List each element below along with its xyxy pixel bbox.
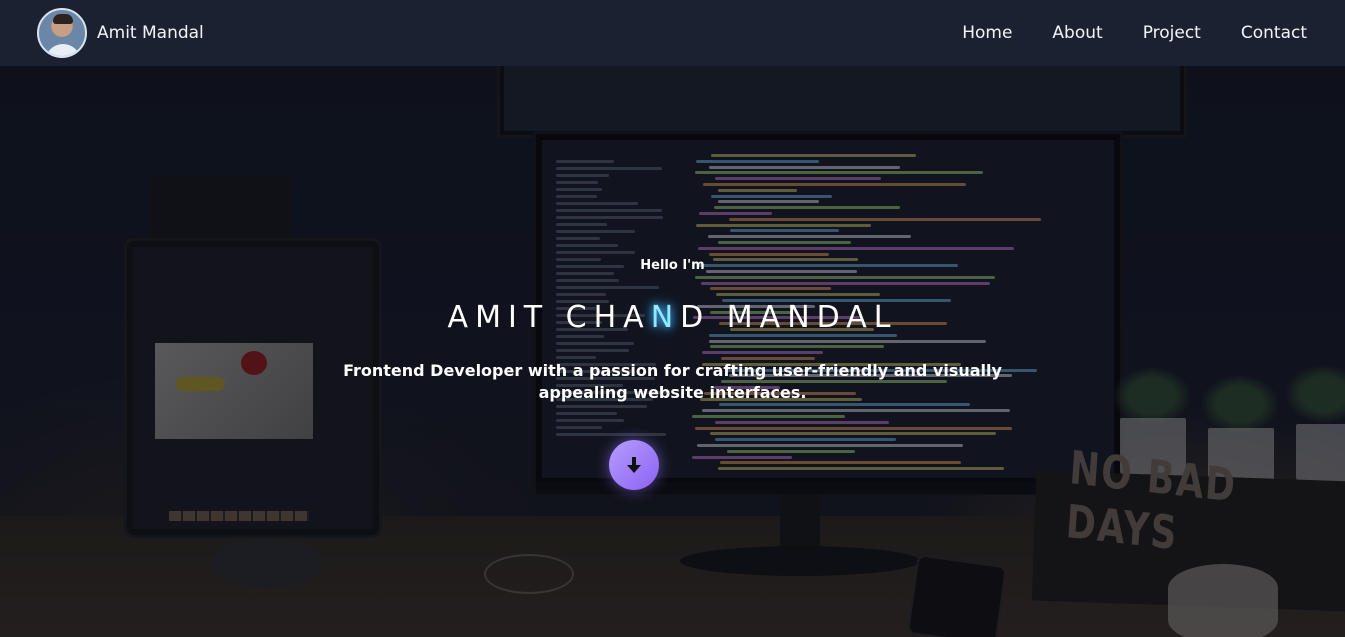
hero-greeting: Hello I'm bbox=[640, 258, 705, 273]
hero-name-part-1: AMIT CHA bbox=[447, 300, 651, 335]
hero-name: AMIT CHAND MANDAL bbox=[0, 300, 1345, 335]
hero-name-part-2: D MANDAL bbox=[680, 300, 898, 335]
nav-link-project[interactable]: Project bbox=[1143, 23, 1201, 43]
hero-overlay bbox=[0, 66, 1345, 637]
hero-name-highlight: N bbox=[650, 300, 681, 335]
hero-tagline: Frontend Developer with a passion for cr… bbox=[343, 361, 1002, 402]
scroll-down-button[interactable] bbox=[609, 440, 659, 490]
nav-link-contact[interactable]: Contact bbox=[1241, 23, 1307, 43]
arrow-down-icon bbox=[627, 457, 641, 473]
nav-link-home[interactable]: Home bbox=[962, 23, 1012, 43]
nav-link-about[interactable]: About bbox=[1052, 23, 1102, 43]
nav-links: Home About Project Contact bbox=[962, 23, 1307, 43]
brand[interactable]: Amit Mandal bbox=[37, 8, 204, 58]
brand-name[interactable]: Amit Mandal bbox=[97, 23, 204, 43]
avatar bbox=[37, 8, 87, 58]
navbar: Amit Mandal Home About Project Contact bbox=[0, 0, 1345, 66]
